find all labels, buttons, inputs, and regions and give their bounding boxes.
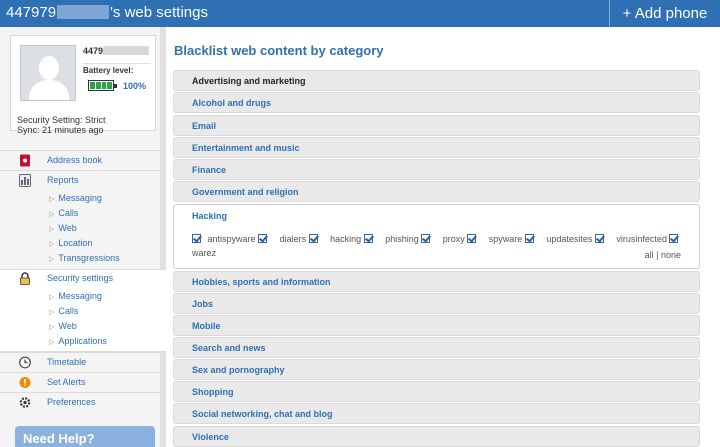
gear-icon bbox=[19, 397, 31, 408]
select-all-link[interactable]: all bbox=[645, 250, 654, 260]
battery-percent: 100% bbox=[123, 81, 147, 91]
title-suffix: 's web settings bbox=[110, 4, 208, 21]
hacking-checkbox-list: antispyware dialers hacking phishing pro… bbox=[192, 232, 692, 260]
section-title: Blacklist web content by category bbox=[174, 43, 384, 58]
sync-text: Sync: 21 minutes ago bbox=[17, 125, 104, 135]
sidebar-item-reports[interactable]: Reports bbox=[0, 170, 166, 190]
sidebar-item-preferences[interactable]: Preferences bbox=[0, 392, 166, 412]
option-spyware[interactable]: spyware bbox=[489, 232, 538, 246]
security-sub-messaging[interactable]: ▷ Messaging bbox=[49, 291, 102, 301]
sidebar-item-timetable[interactable]: Timetable bbox=[0, 352, 166, 372]
option-virusinfected[interactable]: virusinfected bbox=[616, 232, 682, 246]
option-warez[interactable]: warez bbox=[192, 246, 216, 260]
option-antispyware[interactable]: antispyware bbox=[208, 232, 272, 246]
category-social-networking-chat-and-blog[interactable]: Social networking, chat and blog bbox=[173, 403, 700, 424]
header-bar: 447979 's web settings + Add phone bbox=[0, 0, 720, 27]
reports-sub-messaging[interactable]: ▷ Messaging bbox=[49, 193, 102, 203]
category-finance[interactable]: Finance bbox=[173, 159, 700, 180]
category-advertising-and-marketing[interactable]: Advertising and marketing bbox=[173, 70, 700, 91]
security-status: Security Setting: Strict Sync: 21 minute… bbox=[17, 115, 106, 135]
reports-sub-calls[interactable]: ▷ Calls bbox=[49, 208, 78, 218]
category-violence[interactable]: Violence bbox=[173, 426, 700, 447]
reports-sub-web[interactable]: ▷ Web bbox=[49, 223, 77, 233]
redacted-block bbox=[57, 5, 110, 19]
sidebar-item-set-alerts[interactable]: Set Alerts bbox=[0, 372, 166, 392]
profile-phone-number: 4479 bbox=[83, 46, 150, 56]
category-hacking-expanded: Hacking antispyware dialers hacking phis… bbox=[173, 204, 700, 269]
all-none-toggle: all | none bbox=[644, 250, 681, 260]
sidebar-item-security-settings[interactable]: Security settings bbox=[0, 269, 166, 289]
battery-label: Battery level: bbox=[83, 66, 134, 75]
sidebar-item-address-book[interactable]: Address book bbox=[0, 150, 166, 170]
alert-icon bbox=[19, 377, 31, 388]
option-updatesites[interactable]: updatesites bbox=[546, 232, 608, 246]
category-alcohol-and-drugs[interactable]: Alcohol and drugs bbox=[173, 92, 700, 113]
page-title: 447979 's web settings bbox=[6, 3, 208, 23]
security-sub-calls[interactable]: ▷ Calls bbox=[49, 306, 78, 316]
category-jobs[interactable]: Jobs bbox=[173, 293, 700, 314]
reports-sub-location[interactable]: ▷ Location bbox=[49, 238, 92, 248]
security-sub-web[interactable]: ▷ Web bbox=[49, 321, 77, 331]
select-none-link[interactable]: none bbox=[661, 250, 681, 260]
security-sub-applications[interactable]: ▷ Applications bbox=[49, 336, 107, 346]
add-phone-button[interactable]: + Add phone bbox=[609, 0, 720, 27]
need-help-panel[interactable]: Need Help? bbox=[15, 426, 155, 447]
category-search-and-news[interactable]: Search and news bbox=[173, 337, 700, 358]
reports-sub-transgressions[interactable]: ▷ Transgressions bbox=[49, 253, 120, 263]
redacted-block bbox=[103, 46, 150, 55]
option-hacking[interactable]: hacking bbox=[330, 232, 377, 246]
option-dialers[interactable]: dialers bbox=[280, 232, 322, 246]
avatar-body-shape bbox=[29, 80, 69, 100]
option-proxy[interactable]: proxy bbox=[443, 232, 481, 246]
divider bbox=[83, 63, 151, 64]
category-mobile[interactable]: Mobile bbox=[173, 315, 700, 336]
category-sex-and-pornography[interactable]: Sex and pornography bbox=[173, 359, 700, 380]
option-phishing[interactable]: phishing bbox=[385, 232, 434, 246]
avatar-head-shape bbox=[39, 56, 59, 80]
category-entertainment-and-music[interactable]: Entertainment and music bbox=[173, 137, 700, 158]
address-book-icon bbox=[20, 154, 30, 167]
battery-icon bbox=[88, 80, 117, 91]
category-government-and-religion[interactable]: Government and religion bbox=[173, 181, 700, 202]
title-phone-number: 447979 bbox=[6, 4, 57, 21]
category-hacking-header[interactable]: Hacking bbox=[192, 211, 227, 221]
category-email[interactable]: Email bbox=[173, 115, 700, 136]
category-shopping[interactable]: Shopping bbox=[173, 381, 700, 402]
category-hobbies-sports-and-information[interactable]: Hobbies, sports and information bbox=[173, 271, 700, 292]
avatar bbox=[20, 45, 76, 101]
clock-icon bbox=[19, 356, 31, 369]
reports-icon bbox=[19, 174, 31, 187]
security-setting-text: Security Setting: Strict bbox=[17, 115, 106, 125]
lock-icon bbox=[20, 272, 30, 285]
main-content: Blacklist web content by category Advert… bbox=[166, 27, 720, 447]
checkbox-master[interactable] bbox=[192, 234, 201, 243]
